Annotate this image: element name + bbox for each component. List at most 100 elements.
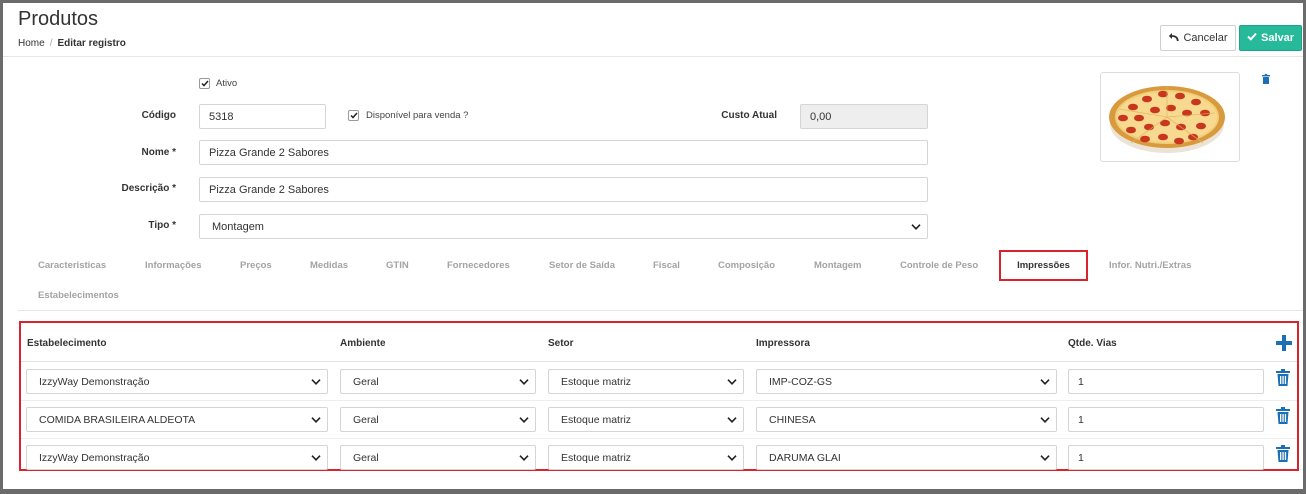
delete-row-button[interactable] xyxy=(1276,369,1290,391)
disponivel-checkbox[interactable] xyxy=(348,110,359,121)
breadcrumb-current: Editar registro xyxy=(57,38,126,49)
breadcrumb: Home / Editar registro xyxy=(18,38,126,49)
tab-estabelecimentos[interactable]: Estabelecimentos xyxy=(38,290,119,301)
ambiente-select[interactable]: Geral xyxy=(340,407,536,432)
estabelecimento-select[interactable]: COMIDA BRASILEIRA ALDEOTA xyxy=(26,407,328,432)
codigo-label: Código xyxy=(141,110,176,121)
column-header-estabelecimento: Estabelecimento xyxy=(27,338,107,349)
tab-informacoes[interactable]: Informações xyxy=(145,260,202,271)
ambiente-value: Geral xyxy=(353,451,379,464)
qtde-vias-input[interactable]: 1 xyxy=(1068,445,1264,470)
chevron-down-icon xyxy=(311,416,321,423)
chevron-down-icon xyxy=(1040,378,1050,385)
row-divider xyxy=(21,438,1297,439)
tipo-label: Tipo * xyxy=(148,220,176,231)
app-window: Produtos Home / Editar registro Cancelar S… xyxy=(3,3,1303,489)
tab-caracteristicas[interactable]: Caracteristicas xyxy=(38,260,106,271)
setor-select[interactable]: Estoque matriz xyxy=(548,407,744,432)
nome-label: Nome * xyxy=(141,147,176,158)
tabs-divider xyxy=(18,310,1303,311)
chevron-down-icon xyxy=(519,454,529,461)
grid-header-divider xyxy=(21,361,1297,362)
descricao-input[interactable]: Pizza Grande 2 Sabores xyxy=(199,177,928,202)
undo-arrow-icon xyxy=(1168,32,1180,45)
impressoes-grid: Estabelecimento Ambiente Setor Impressor… xyxy=(19,321,1299,471)
delete-row-button[interactable] xyxy=(1276,407,1290,429)
custo-input: 0,00 xyxy=(800,104,928,129)
trash-icon xyxy=(1276,369,1290,386)
add-row-button[interactable] xyxy=(1276,335,1292,356)
pizza-image xyxy=(1109,86,1225,153)
delete-row-button[interactable] xyxy=(1276,445,1290,467)
column-header-setor: Setor xyxy=(548,338,574,349)
ambiente-select[interactable]: Geral xyxy=(340,369,536,394)
chevron-down-icon xyxy=(727,378,737,385)
estabelecimento-value: COMIDA BRASILEIRA ALDEOTA xyxy=(39,413,196,426)
tab-precos[interactable]: Preços xyxy=(240,260,272,271)
trash-icon xyxy=(1276,445,1290,462)
descricao-label: Descrição * xyxy=(121,183,176,194)
product-image xyxy=(1100,72,1240,162)
save-label: Salvar xyxy=(1260,32,1295,44)
chevron-down-icon xyxy=(727,454,737,461)
page-title: Produtos xyxy=(18,8,99,30)
cancel-button[interactable]: Cancelar xyxy=(1160,25,1236,51)
setor-select[interactable]: Estoque matriz xyxy=(548,445,744,470)
ativo-checkbox[interactable] xyxy=(199,78,210,89)
custo-label: Custo Atual xyxy=(721,110,777,121)
estabelecimento-value: IzzyWay Demonstração xyxy=(39,451,150,464)
setor-value: Estoque matriz xyxy=(561,413,632,426)
ambiente-value: Geral xyxy=(353,413,379,426)
tab-impressoes[interactable]: Impressões xyxy=(999,250,1088,281)
save-button[interactable]: Salvar xyxy=(1239,25,1302,51)
tipo-select[interactable]: Montagem xyxy=(199,214,928,239)
setor-value: Estoque matriz xyxy=(561,375,632,388)
tab-medidas[interactable]: Medidas xyxy=(310,260,348,271)
chevron-down-icon xyxy=(727,416,737,423)
trash-icon xyxy=(1262,74,1270,84)
chevron-down-icon xyxy=(311,378,321,385)
chevron-down-icon xyxy=(1040,454,1050,461)
estabelecimento-select[interactable]: IzzyWay Demonstração xyxy=(26,445,328,470)
ambiente-select[interactable]: Geral xyxy=(340,445,536,470)
ambiente-value: Geral xyxy=(353,375,379,388)
estabelecimento-select[interactable]: IzzyWay Demonstração xyxy=(26,369,328,394)
tab-gtin[interactable]: GTIN xyxy=(386,260,409,271)
tab-montagem[interactable]: Montagem xyxy=(814,260,862,271)
impressora-value: CHINESA xyxy=(769,413,816,426)
remove-photo-button[interactable] xyxy=(1262,71,1270,89)
impressora-select[interactable]: DARUMA GLAI xyxy=(756,445,1057,470)
tab-fornecedores[interactable]: Fornecedores xyxy=(447,260,510,271)
tipo-value: Montagem xyxy=(212,220,264,233)
tab-composicao[interactable]: Composição xyxy=(718,260,775,271)
column-header-qtde-vias: Qtde. Vias xyxy=(1068,338,1117,349)
tab-controle-de-peso[interactable]: Controle de Peso xyxy=(900,260,978,271)
nome-input[interactable]: Pizza Grande 2 Sabores xyxy=(199,140,928,165)
estabelecimento-value: IzzyWay Demonstração xyxy=(39,375,150,388)
disponivel-label: Disponível para venda ? xyxy=(366,110,469,121)
tab-fiscal[interactable]: Fiscal xyxy=(653,260,680,271)
tab-infor-nutri-extras[interactable]: Infor. Nutri./Extras xyxy=(1109,260,1191,271)
qtde-vias-input[interactable]: 1 xyxy=(1068,407,1264,432)
setor-select[interactable]: Estoque matriz xyxy=(548,369,744,394)
chevron-down-icon xyxy=(519,378,529,385)
codigo-input[interactable]: 5318 xyxy=(199,104,326,129)
breadcrumb-home[interactable]: Home xyxy=(18,38,45,49)
tab-setor-de-saida[interactable]: Setor de Saída xyxy=(549,260,615,271)
page-header: Produtos Home / Editar registro Cancelar S… xyxy=(3,3,1303,57)
plus-icon xyxy=(1276,335,1292,351)
column-header-ambiente: Ambiente xyxy=(340,338,386,349)
row-divider xyxy=(21,400,1297,401)
impressora-select[interactable]: IMP-COZ-GS xyxy=(756,369,1057,394)
qtde-vias-input[interactable]: 1 xyxy=(1068,369,1264,394)
chevron-down-icon xyxy=(311,454,321,461)
check-icon xyxy=(200,80,209,87)
impressora-value: DARUMA GLAI xyxy=(769,451,841,464)
ativo-label: Ativo xyxy=(216,78,238,89)
chevron-down-icon xyxy=(519,416,529,423)
impressora-select[interactable]: CHINESA xyxy=(756,407,1057,432)
breadcrumb-separator: / xyxy=(49,38,53,49)
check-icon xyxy=(349,112,358,119)
chevron-down-icon xyxy=(1040,416,1050,423)
setor-value: Estoque matriz xyxy=(561,451,632,464)
